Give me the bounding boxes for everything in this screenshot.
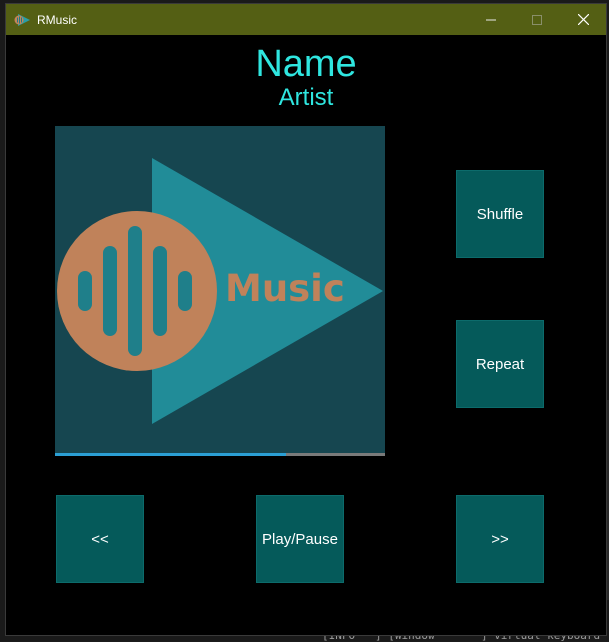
cover-logo-text: Music (225, 267, 345, 310)
repeat-button[interactable]: Repeat (456, 320, 544, 408)
app-logo-icon (14, 13, 30, 26)
minimize-icon (486, 19, 496, 20)
song-name: Name (255, 43, 357, 85)
progress-fill (55, 453, 286, 456)
maximize-button[interactable] (514, 4, 560, 35)
maximize-icon (532, 14, 542, 25)
close-button[interactable] (560, 4, 606, 35)
title-bar[interactable]: RMusic (6, 4, 606, 35)
album-cover-art: Music (55, 126, 385, 456)
next-button[interactable]: >> (456, 495, 544, 583)
song-artist: Artist (278, 84, 334, 111)
play-pause-button[interactable]: Play/Pause (256, 495, 344, 583)
window-title: RMusic (37, 12, 78, 27)
close-icon (577, 14, 589, 25)
app-window: RMusic Name Artist Music Shuffle Repeat … (5, 3, 607, 636)
previous-button[interactable]: << (56, 495, 144, 583)
progress-bar[interactable] (55, 453, 385, 456)
shuffle-button[interactable]: Shuffle (456, 170, 544, 258)
minimize-button[interactable] (468, 4, 514, 35)
